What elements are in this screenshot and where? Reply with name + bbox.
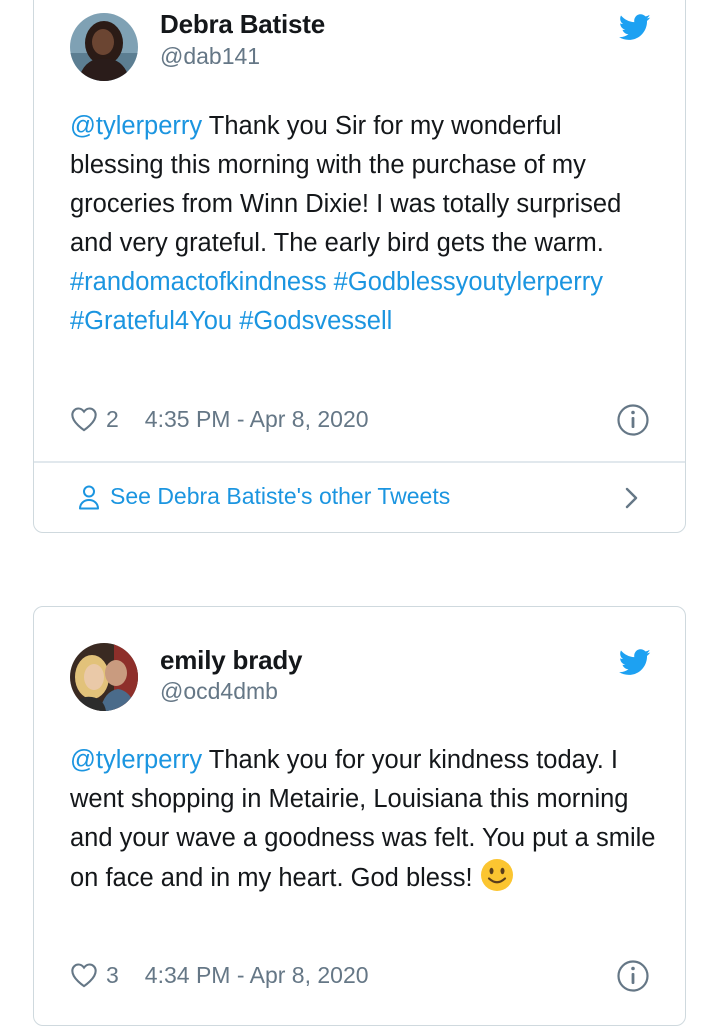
hashtag-link[interactable]: #Godsvessell — [239, 307, 392, 335]
tweet-card: emily brady @ocd4dmb @tylerperry Thank y… — [33, 606, 686, 1026]
person-icon — [79, 485, 99, 509]
user-handle[interactable]: @dab141 — [160, 43, 260, 70]
hashtag-link[interactable]: #Godblessyoutylerperry — [334, 268, 603, 296]
tweet-meta: 3 4:34 PM - Apr 8, 2020 — [70, 958, 369, 992]
heart-icon[interactable] — [70, 406, 98, 432]
display-name[interactable]: Debra Batiste — [160, 9, 325, 40]
smiley-emoji-icon — [480, 859, 513, 891]
twitter-bird-icon[interactable] — [619, 14, 651, 41]
timestamp[interactable]: 4:35 PM - Apr 8, 2020 — [145, 406, 369, 433]
like-count[interactable]: 2 — [106, 406, 119, 433]
see-other-tweets-link[interactable]: See Debra Batiste's other Tweets — [78, 483, 450, 510]
hashtag-link[interactable]: #randomactofkindness — [70, 268, 327, 296]
info-icon[interactable] — [616, 403, 650, 437]
avatar[interactable] — [70, 643, 138, 711]
divider — [34, 461, 685, 463]
like-count[interactable]: 3 — [106, 962, 119, 989]
tweet-text: @tylerperry Thank you Sir for my wonderf… — [70, 107, 660, 341]
user-handle[interactable]: @ocd4dmb — [160, 678, 278, 705]
tweet-text: @tylerperry Thank you for your kindness … — [70, 741, 660, 898]
see-other-tweets-label[interactable]: See Debra Batiste's other Tweets — [110, 483, 450, 510]
twitter-bird-icon[interactable] — [619, 649, 651, 676]
tweet-meta: 2 4:35 PM - Apr 8, 2020 — [70, 402, 369, 436]
avatar[interactable] — [70, 13, 138, 81]
heart-icon[interactable] — [70, 962, 98, 988]
info-icon[interactable] — [616, 959, 650, 993]
mention-link[interactable]: @tylerperry — [70, 112, 202, 140]
display-name[interactable]: emily brady — [160, 645, 303, 676]
hashtag-link[interactable]: #Grateful4You — [70, 307, 232, 335]
tweet-card: Debra Batiste @dab141 @tylerperry Thank … — [33, 0, 686, 533]
chevron-right-icon[interactable] — [624, 486, 640, 510]
timestamp[interactable]: 4:34 PM - Apr 8, 2020 — [145, 962, 369, 989]
mention-link[interactable]: @tylerperry — [70, 746, 202, 774]
